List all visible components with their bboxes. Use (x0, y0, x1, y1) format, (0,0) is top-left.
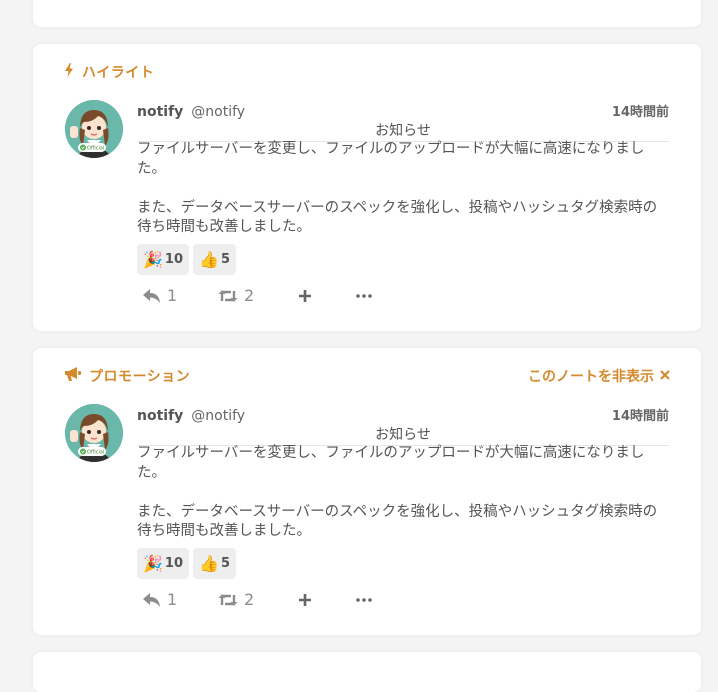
note-text: ファイルサーバーを変更し、ファイルのアップロードが大幅に高速になりました。 また… (137, 445, 658, 539)
more-button[interactable] (356, 293, 372, 298)
note-timestamp[interactable]: 14時間前 (612, 405, 669, 424)
reply-count: 1 (167, 590, 178, 609)
thumbs-up-icon: 👍 (199, 250, 219, 269)
author-username[interactable]: @notify (191, 104, 245, 120)
renote-button[interactable]: 2 (218, 590, 298, 609)
megaphone-icon (64, 367, 81, 385)
previous-note-card (33, 0, 701, 27)
reply-count: 1 (167, 286, 178, 305)
official-badge-text: Official (87, 450, 104, 456)
reactions: 🎉 10 👍 5 (137, 548, 236, 579)
reaction-thumbs-up[interactable]: 👍 5 (193, 244, 236, 275)
hide-note-button[interactable]: このノートを非表示 (528, 366, 670, 386)
highlight-label: ハイライト (82, 65, 155, 81)
reaction-count: 10 (164, 252, 184, 267)
reply-icon (143, 592, 161, 607)
note-text: ファイルサーバーを変更し、ファイルのアップロードが大幅に高速になりました。 また… (137, 141, 658, 235)
renote-button[interactable]: 2 (218, 286, 298, 305)
note-header: notify @notify 14時間前 (137, 405, 669, 424)
reply-button[interactable]: 1 (143, 590, 218, 609)
reaction-count: 5 (220, 556, 230, 571)
author-username[interactable]: @notify (191, 408, 245, 424)
plus-icon (298, 593, 312, 607)
note-card-highlight: ハイライト Official notify @notify 14時間前 お知らせ… (33, 44, 701, 331)
reactions: 🎉 10 👍 5 (137, 244, 236, 275)
plus-icon (298, 289, 312, 303)
reaction-party[interactable]: 🎉 10 (137, 548, 190, 579)
add-reaction-button[interactable] (298, 289, 356, 303)
bolt-icon (64, 63, 74, 81)
thumbs-up-icon: 👍 (199, 554, 219, 573)
reaction-party[interactable]: 🎉 10 (137, 244, 190, 275)
reply-icon (143, 288, 161, 303)
renote-count: 2 (244, 590, 255, 609)
official-badge-text: Official (87, 146, 104, 152)
note-card-header: ハイライト (64, 63, 670, 81)
note-card-promotion: プロモーション このノートを非表示 Official notify @notif… (33, 348, 701, 635)
promotion-label: プロモーション (89, 369, 191, 385)
ellipsis-icon (356, 597, 372, 602)
note-footer: 1 2 (143, 590, 372, 609)
next-note-card (33, 652, 701, 692)
party-popper-icon: 🎉 (143, 250, 163, 269)
author-name[interactable]: notify (137, 408, 183, 424)
reaction-count: 10 (164, 556, 184, 571)
party-popper-icon: 🎉 (143, 554, 163, 573)
author-name[interactable]: notify (137, 104, 183, 120)
note-card-header: プロモーション このノートを非表示 (64, 367, 670, 385)
reaction-thumbs-up[interactable]: 👍 5 (193, 548, 236, 579)
content-warning-title: お知らせ (137, 120, 669, 142)
close-icon (660, 368, 670, 384)
renote-count: 2 (244, 286, 255, 305)
avatar[interactable]: Official (65, 100, 123, 158)
renote-icon (218, 593, 238, 607)
renote-icon (218, 289, 238, 303)
hide-note-label: このノートを非表示 (528, 369, 654, 385)
note-timestamp[interactable]: 14時間前 (612, 101, 669, 120)
note-footer: 1 2 (143, 286, 372, 305)
content-warning-title: お知らせ (137, 424, 669, 446)
reaction-count: 5 (220, 252, 230, 267)
add-reaction-button[interactable] (298, 593, 356, 607)
reply-button[interactable]: 1 (143, 286, 218, 305)
ellipsis-icon (356, 293, 372, 298)
more-button[interactable] (356, 597, 372, 602)
avatar[interactable]: Official (65, 404, 123, 462)
note-header: notify @notify 14時間前 (137, 101, 669, 120)
